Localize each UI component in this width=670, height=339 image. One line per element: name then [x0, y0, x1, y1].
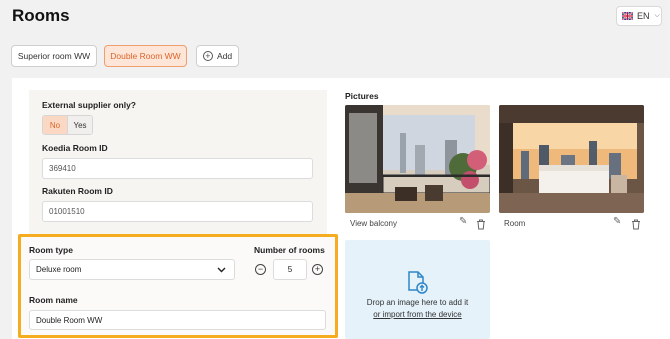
add-room-button[interactable]: + Add	[196, 45, 239, 67]
edit-icon[interactable]: ✎	[459, 216, 467, 227]
uk-flag-icon	[622, 12, 633, 20]
tab-double-room[interactable]: Double Room WW	[104, 45, 187, 67]
tab-label: Double Room WW	[110, 51, 181, 61]
plus-circle-icon: +	[202, 51, 213, 61]
import-from-device-link[interactable]: or import from the device	[345, 310, 490, 319]
rakuten-room-id-label: Rakuten Room ID	[42, 186, 113, 196]
chevron-down-icon	[217, 267, 226, 272]
picture-caption: View balcony	[350, 219, 397, 228]
room-type-value: Deluxe room	[36, 265, 82, 274]
trash-icon[interactable]	[631, 217, 641, 235]
picture-balcony[interactable]	[345, 105, 490, 213]
trash-icon[interactable]	[476, 217, 486, 235]
koedia-room-id-input[interactable]: 369410	[42, 158, 313, 179]
rakuten-room-id-input[interactable]: 01001510	[42, 201, 313, 222]
room-name-input[interactable]: Double Room WW	[29, 310, 326, 330]
koedia-room-id-label: Koedia Room ID	[42, 143, 108, 153]
edit-icon[interactable]: ✎	[613, 216, 621, 227]
tab-label: Superior room WW	[17, 51, 91, 61]
external-supplier-label: External supplier only?	[42, 100, 136, 110]
room-name-label: Room name	[29, 295, 78, 305]
number-of-rooms-input[interactable]: 5	[273, 259, 307, 280]
room-type-label: Room type	[29, 245, 73, 255]
tab-superior-room[interactable]: Superior room WW	[11, 45, 97, 67]
increment-button[interactable]: +	[312, 264, 323, 275]
number-of-rooms-label: Number of rooms	[254, 245, 325, 255]
language-selector[interactable]: EN ⌵	[616, 6, 662, 26]
drop-instructions: Drop an image here to add it	[366, 298, 469, 307]
picture-caption: Room	[504, 219, 526, 228]
chevron-down-icon: ⌵	[654, 12, 660, 19]
pictures-label: Pictures	[345, 91, 379, 101]
language-label: EN	[637, 11, 650, 21]
upload-file-icon	[405, 270, 429, 299]
external-supplier-toggle[interactable]: No Yes	[42, 115, 93, 135]
toggle-no-option[interactable]: No	[43, 116, 67, 134]
page-title: Rooms	[12, 6, 70, 25]
toggle-yes-option[interactable]: Yes	[67, 116, 92, 134]
add-label: Add	[216, 51, 233, 61]
picture-room[interactable]	[499, 105, 644, 213]
room-photo	[499, 105, 644, 213]
room-type-select[interactable]: Deluxe room	[29, 259, 235, 280]
decrement-button[interactable]: −	[255, 264, 266, 275]
balcony-photo	[345, 105, 490, 213]
